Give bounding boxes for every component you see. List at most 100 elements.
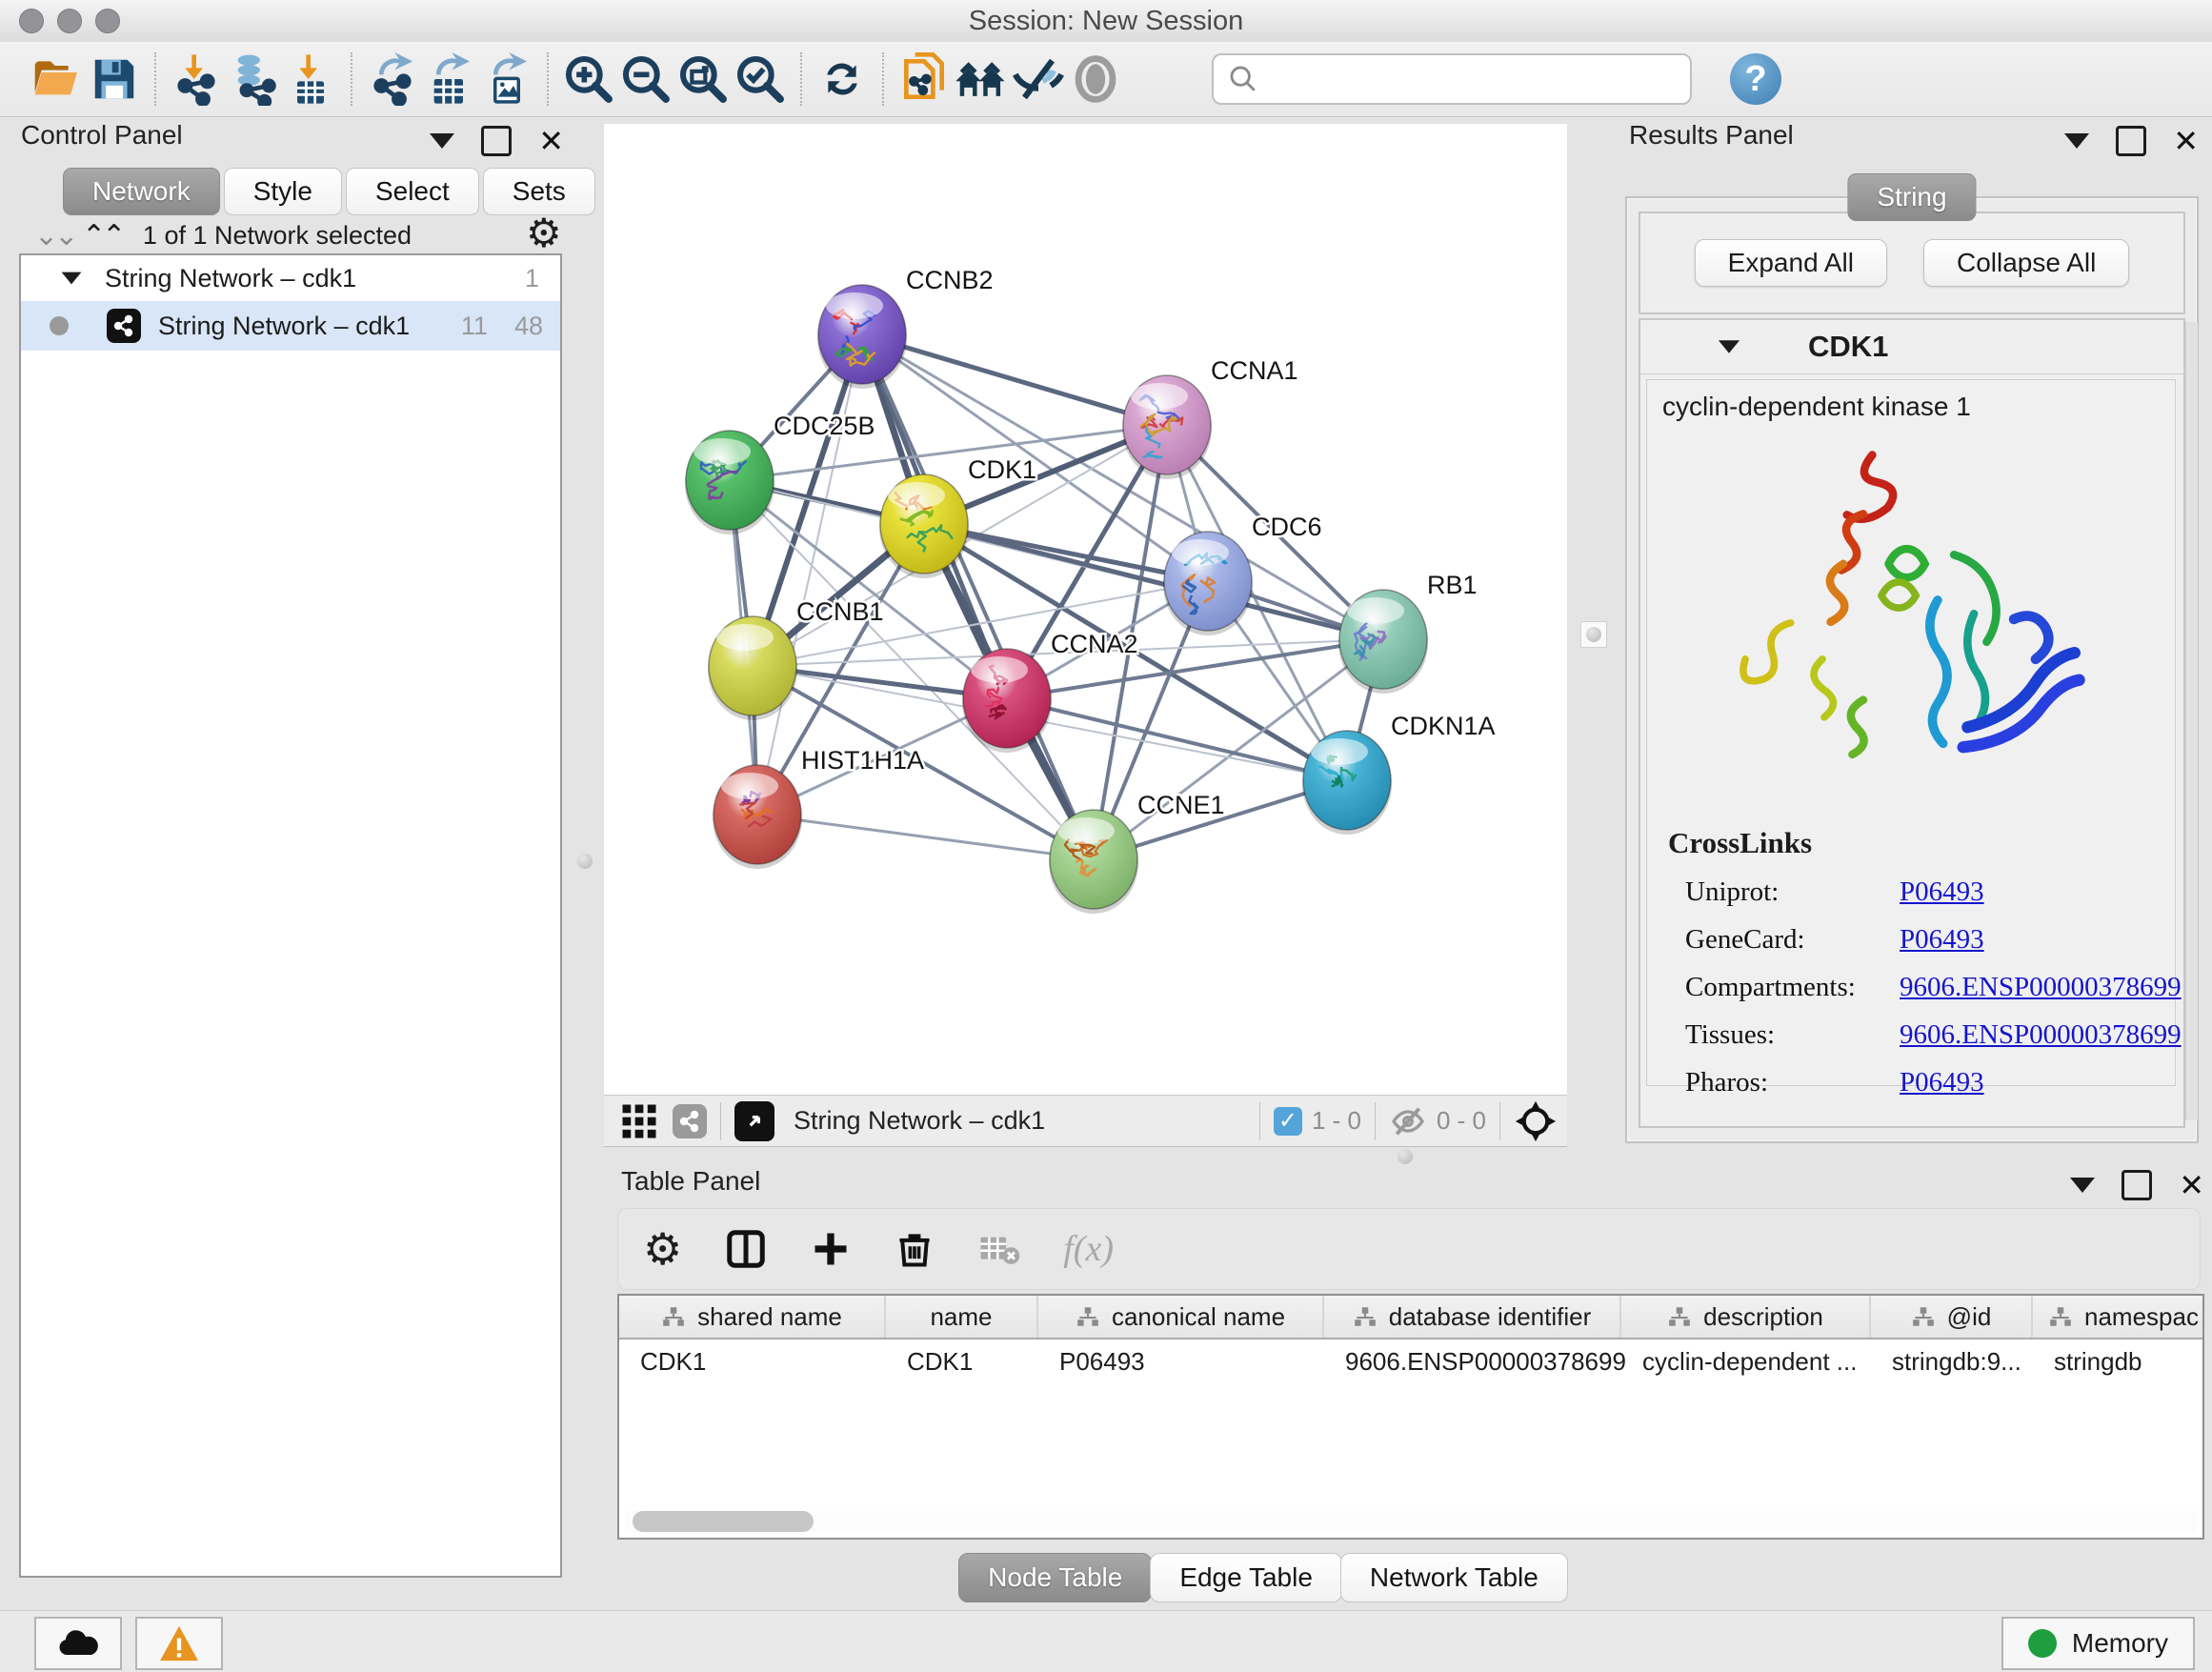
crosslink-link[interactable]: 9606.ENSP00000378699 (1900, 972, 2182, 1003)
network-node-CCNA1[interactable]: CCNA1 (1122, 356, 1298, 479)
network-node-RB1[interactable]: RB1 (1338, 571, 1478, 694)
split-panel-icon[interactable] (724, 1227, 768, 1271)
collapse-all-button[interactable]: Collapse All (1923, 239, 2129, 287)
float-panel-icon[interactable] (2116, 126, 2146, 156)
string-home-icon[interactable] (953, 49, 1010, 110)
network-node-CDKN1A[interactable]: CDKN1A (1302, 712, 1496, 835)
column-header[interactable]: name (886, 1296, 1038, 1338)
cloud-status-button[interactable] (34, 1617, 122, 1670)
save-session-icon[interactable] (86, 49, 143, 110)
close-panel-icon[interactable]: ✕ (2179, 1173, 2204, 1198)
search-box[interactable] (1212, 53, 1692, 105)
network-node-CCNB2[interactable]: CCNB2 (817, 266, 994, 389)
crosslink-link[interactable]: P06493 (1900, 876, 1984, 908)
tab-sets[interactable]: Sets (483, 168, 595, 215)
tab-node-table[interactable]: Node Table (958, 1553, 1152, 1602)
birdseye-icon[interactable] (734, 1101, 774, 1141)
export-table-icon[interactable] (421, 49, 478, 110)
scrollbar-thumb[interactable] (633, 1511, 814, 1532)
node-label: CCNA1 (1211, 356, 1298, 385)
column-header[interactable]: database identifier (1324, 1296, 1621, 1338)
open-session-icon[interactable] (29, 49, 86, 110)
panel-menu-icon[interactable] (2070, 1178, 2095, 1193)
float-panel-icon[interactable] (2122, 1170, 2152, 1200)
network-edge[interactable] (757, 334, 862, 815)
create-column-icon[interactable] (810, 1228, 852, 1270)
hidden-eye-icon[interactable] (1389, 1102, 1427, 1140)
network-edge[interactable] (862, 334, 1094, 859)
network-graph[interactable]: CCNB2CCNA1CDC25BCDK1CDC6RB1CCNB1CCNA2CDK… (604, 124, 1567, 1095)
zoom-out-icon[interactable] (617, 49, 674, 110)
network-edge[interactable] (862, 334, 1167, 425)
table-horizontal-scrollbar[interactable] (625, 1511, 2197, 1532)
share-mode-icon[interactable] (673, 1104, 707, 1138)
results-scrollbar[interactable] (2185, 322, 2198, 1120)
collapse-tree-icon[interactable] (62, 272, 82, 285)
zoom-in-icon[interactable] (560, 49, 617, 110)
crosslink-row: Tissues: 9606.ENSP00000378699 (1668, 1019, 2182, 1051)
crosslink-link[interactable]: P06493 (1900, 924, 1984, 956)
close-panel-icon[interactable]: ✕ (538, 129, 564, 153)
apply-layout-icon[interactable] (814, 49, 871, 110)
tab-network[interactable]: Network (63, 168, 220, 215)
export-image-icon[interactable] (478, 49, 535, 110)
network-node-CCNB1[interactable]: CCNB1 (708, 597, 884, 720)
gene-section-header[interactable]: CDK1 (1640, 320, 2183, 374)
settings-gear-icon[interactable]: ⚙ (643, 1229, 682, 1269)
function-builder-icon[interactable]: f(x) (1063, 1228, 1114, 1270)
crosslink-link[interactable]: P06493 (1900, 1067, 1984, 1098)
network-list: String Network – cdk1 1 String Network –… (19, 253, 562, 1578)
selected-checkbox-icon[interactable]: ✓ (1274, 1107, 1302, 1136)
table-row[interactable]: CDK1 CDK1 P06493 9606.ENSP00000378699 cy… (619, 1340, 2202, 1383)
copy-view-icon[interactable] (895, 49, 953, 110)
float-panel-icon[interactable] (481, 126, 512, 156)
column-header[interactable]: @id (1871, 1296, 2033, 1338)
collapse-section-icon[interactable] (1719, 340, 1739, 353)
network-collection-row[interactable]: String Network – cdk1 1 (21, 255, 560, 301)
tab-network-table[interactable]: Network Table (1340, 1553, 1568, 1602)
warning-status-button[interactable] (135, 1617, 223, 1670)
crosshair-icon[interactable] (1514, 1099, 1558, 1143)
close-panel-icon[interactable]: ✕ (2173, 129, 2199, 153)
column-header[interactable]: canonical name (1038, 1296, 1324, 1338)
right-splitter-handle[interactable] (1580, 621, 1607, 648)
help-icon[interactable]: ? (1730, 53, 1781, 105)
zoom-selected-icon[interactable] (732, 49, 789, 110)
network-node-HIST1H1A[interactable]: HIST1H1A (713, 746, 924, 869)
import-network-icon[interactable] (168, 49, 225, 110)
network-node-CDK1[interactable]: CDK1 (879, 455, 1036, 578)
expand-all-button[interactable]: Expand All (1695, 239, 1887, 287)
toggle-glass-icon[interactable] (1067, 49, 1124, 110)
column-header[interactable]: description (1621, 1296, 1871, 1338)
search-input[interactable] (1269, 64, 1682, 95)
network-row[interactable]: String Network – cdk1 11 48 (21, 301, 560, 351)
tab-edge-table[interactable]: Edge Table (1150, 1553, 1342, 1602)
current-network-dot-icon (50, 316, 69, 335)
network-canvas[interactable]: CCNB2CCNA1CDC25BCDK1CDC6RB1CCNB1CCNA2CDK… (604, 124, 1567, 1095)
import-database-icon[interactable] (225, 49, 282, 110)
network-options-gear-icon[interactable]: ⚙ (526, 213, 562, 253)
panel-menu-icon[interactable] (430, 133, 454, 149)
hide-unhide-icon[interactable] (1010, 49, 1067, 110)
tab-string[interactable]: String (1847, 173, 1976, 221)
bottom-splitter-handle[interactable] (1398, 1149, 1413, 1164)
left-splitter-handle[interactable] (577, 854, 593, 869)
panel-menu-icon[interactable] (2064, 133, 2089, 149)
grid-mode-icon[interactable] (619, 1101, 659, 1141)
crosslink-link[interactable]: 9606.ENSP00000378699 (1900, 1019, 2182, 1051)
network-edge[interactable] (757, 815, 1094, 859)
memory-button[interactable]: Memory (2001, 1617, 2195, 1670)
tab-select[interactable]: Select (346, 168, 479, 215)
tab-style[interactable]: Style (224, 168, 342, 215)
zoom-fit-icon[interactable] (674, 49, 732, 110)
delete-column-icon[interactable] (894, 1228, 935, 1270)
delete-table-icon[interactable] (977, 1227, 1021, 1271)
import-table-icon[interactable] (282, 49, 339, 110)
column-header[interactable]: namespac (2033, 1296, 2202, 1338)
node-label: CCNB1 (796, 597, 884, 626)
network-edge[interactable] (1007, 698, 1347, 780)
column-header[interactable]: shared name (619, 1296, 886, 1338)
network-node-CCNE1[interactable]: CCNE1 (1049, 791, 1225, 914)
export-network-icon[interactable] (364, 49, 421, 110)
string-network-icon (107, 309, 141, 343)
